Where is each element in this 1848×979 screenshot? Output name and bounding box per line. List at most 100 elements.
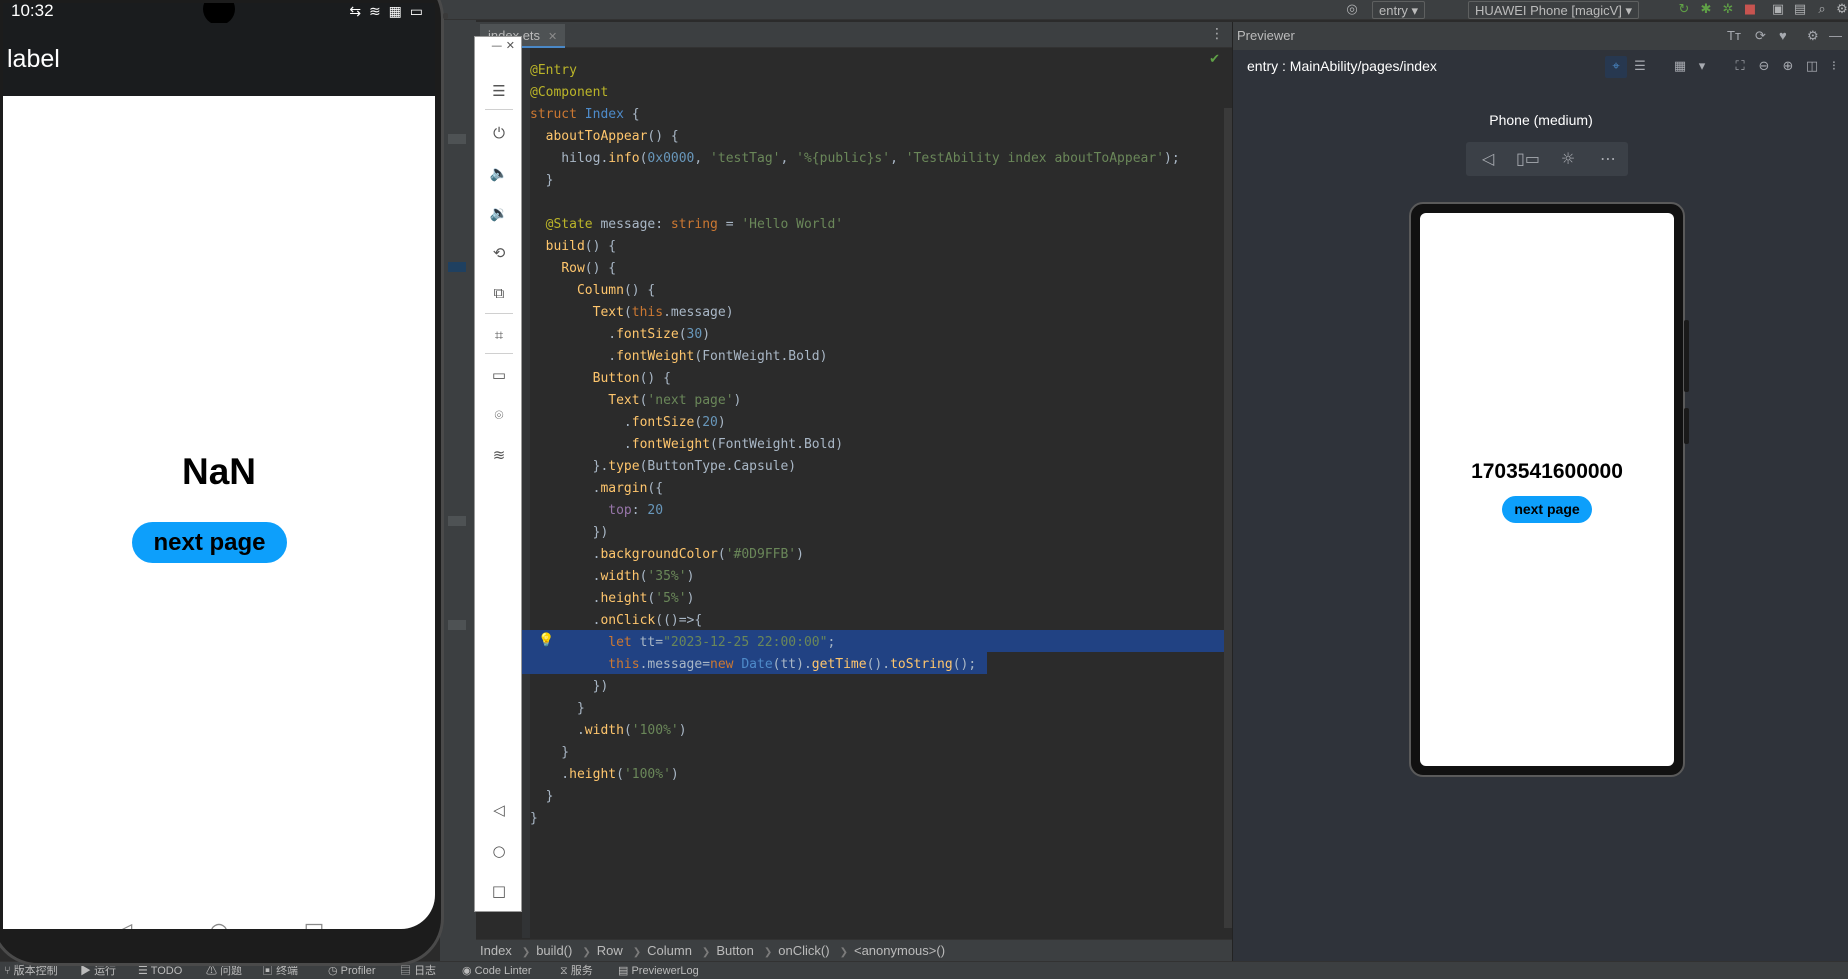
fit-screen-icon[interactable]: ⛶ [1729,56,1751,78]
emulator-screen[interactable]: 10:32 ⇆ ≋ ▦ ▭ label NaN next page ◁ ○ □ [3,3,435,929]
theme-icon[interactable]: ☼ [1548,142,1588,176]
code-line[interactable]: let tt="2023-12-25 22:00:00"; [530,632,1180,654]
settings-icon[interactable]: ⚙ [1834,2,1848,18]
code-line[interactable]: Text(this.message) [530,302,1180,324]
lightbulb-icon[interactable]: 💡 [538,630,554,652]
run-icon[interactable]: ↻ [1676,2,1692,18]
previewer-next-page-button[interactable]: next page [1502,496,1592,523]
screenshot-icon[interactable]: ⌗ [475,321,523,349]
rotate-icon[interactable]: ⟲ [475,239,523,267]
power-icon[interactable]: ⏻ [475,119,523,147]
chevron-down-icon[interactable]: ▾ [1691,56,1713,78]
breadcrumb-item[interactable]: Row [597,943,623,958]
code-line[interactable]: Text('next page') [530,390,1180,412]
more-options-icon[interactable]: ⋯ [1588,142,1628,176]
device-manager-icon[interactable]: ▣ [1770,2,1786,18]
rotate-icon[interactable]: ▯▭ [1508,142,1548,176]
nav-back-icon[interactable]: ◁ [475,796,523,824]
settings-icon[interactable]: ⚙ [1807,22,1819,50]
sync-icon[interactable]: ♥ [1779,22,1787,50]
wifi-icon[interactable]: ≋ [475,441,523,469]
font-size-icon[interactable]: Tт [1727,22,1741,50]
code-line[interactable] [530,192,1180,214]
tool-window-button[interactable]: ⧖ 服务 [560,962,593,979]
layers-icon[interactable]: ☰ [1629,56,1651,78]
original-size-icon[interactable]: ◫ [1801,56,1823,78]
code-line[interactable]: top: 20 [530,500,1180,522]
code-line[interactable]: .width('100%') [530,720,1180,742]
editor-scrollbar[interactable] [1224,108,1232,928]
debug-icon[interactable]: ✱ [1698,2,1714,18]
code-line[interactable]: }.type(ButtonType.Capsule) [530,456,1180,478]
code-line[interactable]: .fontWeight(FontWeight.Bold) [530,434,1180,456]
code-line[interactable]: } [530,742,1180,764]
code-line[interactable]: this.message=new Date(tt).getTime().toSt… [530,654,1180,676]
breadcrumb-item[interactable]: Button [716,943,754,958]
code-content[interactable]: @Entry @Component struct Index { aboutToAp… [530,60,1180,830]
menu-icon[interactable]: ☰ [475,77,523,105]
device-select[interactable]: HUAWEI Phone [magicV] ▾ [1468,1,1640,19]
code-line[interactable]: Row() { [530,258,1180,280]
code-editor[interactable]: @Entry @Component struct Index { aboutToAp… [522,48,1232,938]
battery-icon[interactable]: ▭ [475,361,523,389]
code-line[interactable]: @Entry [530,60,1180,82]
code-line[interactable]: Column() { [530,280,1180,302]
code-line[interactable]: } [530,786,1180,808]
code-line[interactable]: .height('100%') [530,764,1180,786]
minimize-icon[interactable]: — [1829,22,1842,50]
multi-device-icon[interactable]: ▦ [1669,56,1691,78]
breadcrumb-item[interactable]: onClick() [778,943,829,958]
inspector-icon[interactable]: ⌖ [1605,56,1627,78]
target-icon[interactable]: ◎ [1344,2,1360,18]
run-config-select[interactable]: entry ▾ [1372,1,1426,19]
next-page-button[interactable]: next page [132,522,287,563]
more-icon[interactable]: ⋮ [1210,26,1224,42]
emulator-window-controls[interactable]: — ✕ [475,37,523,55]
code-line[interactable]: hilog.info(0x0000, 'testTag', '%{public}… [530,148,1179,170]
sdk-manager-icon[interactable]: ▤ [1792,2,1808,18]
code-line[interactable]: .fontWeight(FontWeight.Bold) [530,346,1180,368]
code-line[interactable]: @Component [530,82,1180,104]
code-line[interactable]: .onClick(()=>{ [530,610,1180,632]
fold-icon[interactable]: ⧉ [475,279,523,307]
code-line[interactable]: .height('5%') [530,588,1180,610]
code-line[interactable]: } [530,170,1180,192]
code-line[interactable]: struct Index { [530,104,1180,126]
breadcrumb-item[interactable]: Index [480,943,512,958]
tool-window-button[interactable]: ◉ Code Linter [462,962,532,979]
code-line[interactable]: .fontSize(30) [530,324,1180,346]
code-line[interactable]: }) [530,676,1180,698]
location-icon[interactable]: ⌾ [475,401,523,429]
code-line[interactable]: } [530,808,1180,830]
code-line[interactable]: .backgroundColor('#0D9FFB') [530,544,1180,566]
back-icon[interactable]: ◁ [1468,142,1508,176]
code-line[interactable]: Button() { [530,368,1180,390]
nav-recents-icon[interactable]: □ [294,915,334,929]
attach-debugger-icon[interactable]: ✲ [1720,2,1736,18]
ratio-icon[interactable]: ⁝ [1823,56,1845,78]
code-line[interactable]: }) [530,522,1180,544]
nav-home-icon[interactable]: ○ [199,915,239,929]
search-icon[interactable]: ⌕ [1814,2,1830,18]
tool-window-button[interactable]: ▤ PreviewerLog [618,962,699,979]
code-line[interactable]: @State message: string = 'Hello World' [530,214,1180,236]
zoom-out-icon[interactable]: ⊖ [1753,56,1775,78]
code-line[interactable]: .margin({ [530,478,1180,500]
zoom-in-icon[interactable]: ⊕ [1777,56,1799,78]
breadcrumb-item[interactable]: <anonymous>() [854,943,945,958]
stop-icon[interactable]: ■ [1742,2,1758,18]
volume-down-icon[interactable]: 🔉 [475,199,523,227]
refresh-icon[interactable]: ⟳ [1755,22,1766,50]
code-line[interactable]: } [530,698,1180,720]
code-line[interactable]: .fontSize(20) [530,412,1180,434]
code-line[interactable]: .width('35%') [530,566,1180,588]
nav-back-icon[interactable]: ◁ [104,915,144,929]
breadcrumb-item[interactable]: build() [536,943,572,958]
breadcrumb-item[interactable]: Column [647,943,692,958]
code-line[interactable]: build() { [530,236,1180,258]
close-tab-icon[interactable]: ✕ [548,31,557,43]
nav-home-icon[interactable]: ○ [475,837,523,865]
volume-up-icon[interactable]: 🔈 [475,159,523,187]
code-line[interactable]: aboutToAppear() { [530,126,1180,148]
nav-recents-icon[interactable]: □ [475,877,523,905]
